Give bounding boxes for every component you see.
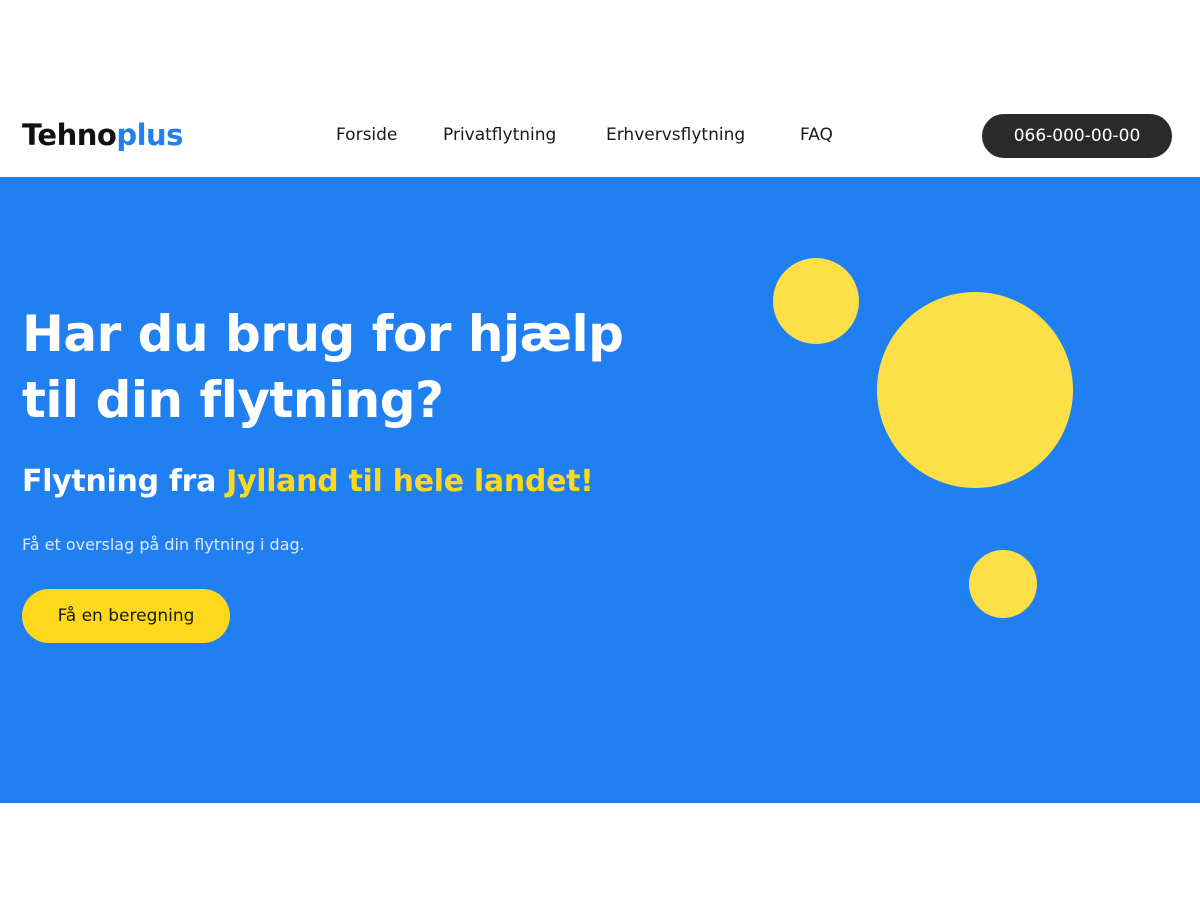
hero-tagline: Få et overslag på din flytning i dag. [22,535,305,554]
nav-item-erhvervsflytning[interactable]: Erhvervsflytning [606,125,745,145]
hero-title-line-1: Har du brug for hjælp [22,305,624,363]
hero-section: Har du brug for hjælp til din flytning? … [0,177,1200,803]
hero-title-line-2: til din flytning? [22,371,444,429]
hero-subtitle-prefix: Flytning fra [22,464,217,499]
landing-page: Tehnoplus Forside Privatflytning Erhverv… [0,0,1200,900]
nav-item-privatflytning[interactable]: Privatflytning [443,125,556,145]
get-estimate-button[interactable]: Få en beregning [22,589,230,643]
hero-subtitle-highlight: Jylland til hele landet! [226,464,594,499]
logo-text-main: Tehno [22,118,117,152]
nav-item-forside[interactable]: Forside [336,125,397,145]
decorative-circle-large [877,292,1073,488]
phone-button[interactable]: 066-000-00-00 [982,114,1172,158]
hero-subtitle: Flytning fra Jylland til hele landet! [22,464,594,499]
nav-item-faq[interactable]: FAQ [800,125,833,145]
brand-logo[interactable]: Tehnoplus [22,118,183,152]
hero-title: Har du brug for hjælp til din flytning? [22,301,702,433]
decorative-circle-small-bottom [969,550,1037,618]
site-header: Tehnoplus Forside Privatflytning Erhverv… [0,96,1200,177]
decorative-circle-small-top [773,258,859,344]
logo-text-accent: plus [116,118,183,152]
